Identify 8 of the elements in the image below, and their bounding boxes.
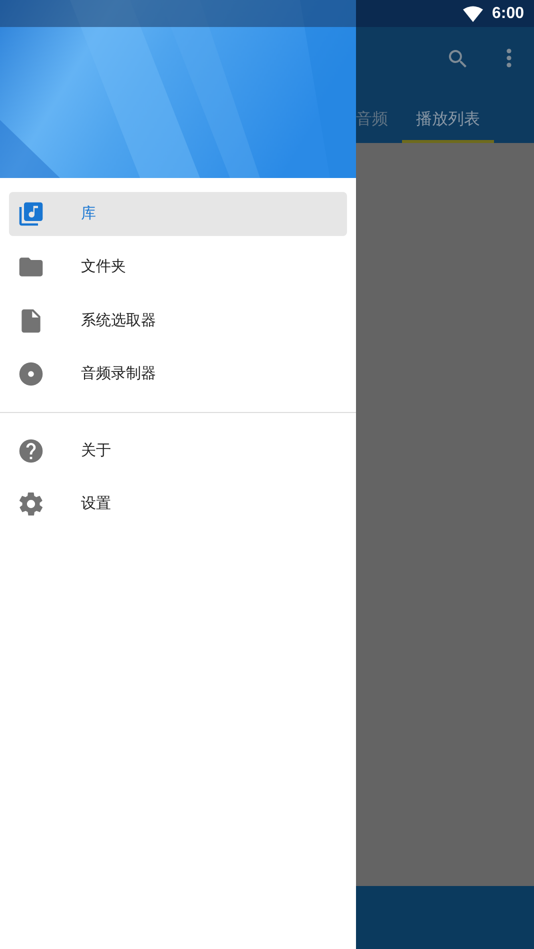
wifi-icon <box>462 6 483 22</box>
drawer-item[interactable]: 库 <box>9 192 347 236</box>
settings-icon <box>17 490 45 518</box>
clock: 6:00 <box>492 4 524 24</box>
music-library-icon <box>17 200 45 228</box>
tab[interactable]: 播放列表 <box>402 99 494 143</box>
more-icon[interactable] <box>505 48 513 68</box>
help-icon <box>17 436 45 465</box>
